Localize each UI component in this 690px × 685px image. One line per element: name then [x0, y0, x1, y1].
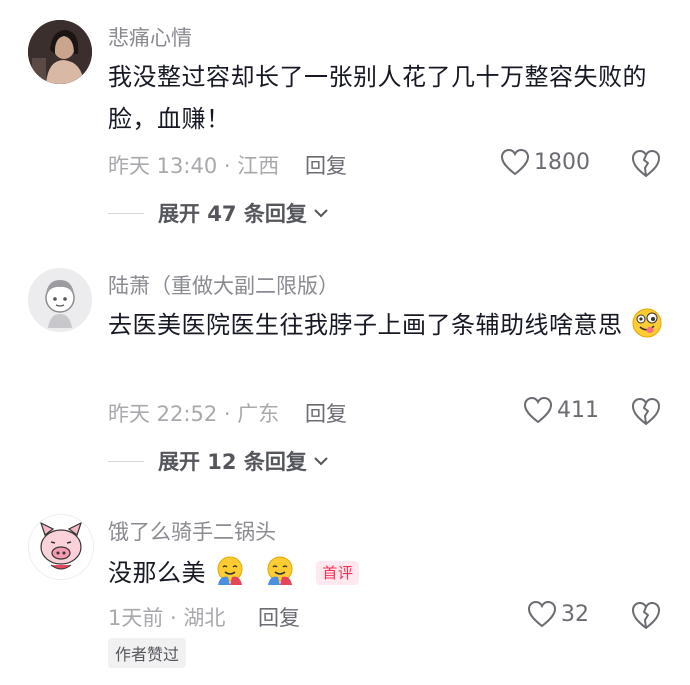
username[interactable]: 饿了么骑手二锅头 — [108, 516, 276, 546]
heart-outline-icon — [527, 600, 557, 628]
avatar-pig-icon — [29, 515, 93, 579]
username[interactable]: 悲痛心情 — [108, 22, 192, 52]
comment-text-content: 去医美医院医生往我脖子上画了条辅助线啥意思 — [108, 311, 623, 339]
chevron-down-icon — [314, 209, 328, 218]
comment-meta: 昨天 22:52 · 广东 — [108, 402, 280, 426]
avatar[interactable] — [28, 514, 94, 580]
like-button[interactable]: 411 — [523, 396, 599, 424]
tongue-face-emoji — [632, 308, 662, 338]
like-count: 1800 — [534, 149, 590, 175]
avatar-photo-icon — [28, 20, 92, 84]
comment-meta: 1天前 · 湖北 — [108, 606, 226, 630]
avatar[interactable] — [28, 20, 92, 84]
reply-button[interactable]: 回复 — [305, 150, 347, 180]
like-button[interactable]: 1800 — [500, 148, 590, 176]
comment-text-content: 没那么美 — [108, 559, 206, 587]
reply-button[interactable]: 回复 — [258, 602, 300, 632]
expand-replies-button[interactable]: 展开 12 条回复 — [108, 446, 329, 476]
heart-outline-icon — [500, 148, 530, 176]
expand-replies-button[interactable]: 展开 47 条回复 — [108, 198, 329, 228]
divider — [108, 460, 144, 462]
heart-outline-icon — [523, 396, 553, 424]
divider — [108, 212, 144, 214]
reply-button[interactable]: 回复 — [305, 398, 347, 428]
comment-meta: 昨天 13:40 · 江西 — [108, 154, 280, 178]
hugging-face-emoji — [217, 556, 243, 585]
like-count: 32 — [561, 601, 589, 627]
broken-heart-icon[interactable] — [630, 600, 662, 630]
avatar-cartoon-icon — [28, 268, 92, 332]
avatar[interactable] — [28, 268, 92, 332]
broken-heart-icon[interactable] — [630, 148, 662, 178]
comment-text: 去医美医院医生往我脖子上画了条辅助线啥意思 — [108, 304, 668, 346]
like-button[interactable]: 32 — [527, 600, 589, 628]
hugging-face-emoji — [267, 556, 293, 585]
first-comment-badge: 首评 — [316, 561, 360, 585]
comment-text: 没那么美 首评 — [108, 552, 668, 594]
expand-replies-label: 展开 47 条回复 — [158, 202, 307, 226]
username[interactable]: 陆萧（重做大副二限版） — [108, 270, 339, 300]
like-count: 411 — [557, 397, 599, 423]
broken-heart-icon[interactable] — [630, 396, 662, 426]
chevron-down-icon — [314, 457, 328, 466]
author-liked-tag: 作者赞过 — [108, 638, 187, 668]
comment-text: 我没整过容却长了一张别人花了几十万整容失败的脸，血赚！ — [108, 63, 647, 133]
expand-replies-label: 展开 12 条回复 — [158, 450, 307, 474]
